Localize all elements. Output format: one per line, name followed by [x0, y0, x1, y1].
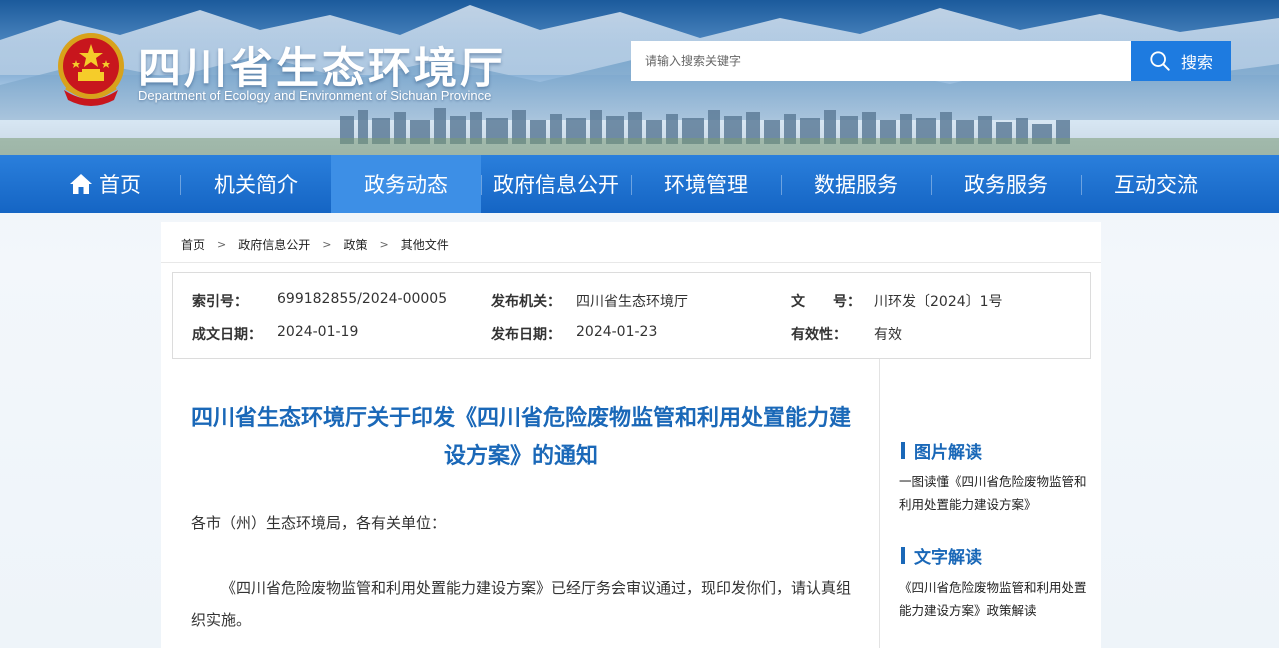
- heading-bar-icon: [901, 442, 905, 459]
- search-button-label: 搜索: [1180, 53, 1213, 72]
- index-number-label: 索引号：: [192, 294, 248, 310]
- picture-interpretation-heading: 图片解读: [901, 438, 982, 463]
- document-number-label: 文 号：: [791, 294, 861, 310]
- site-subtitle: Department of Ecology and Environment of…: [138, 88, 492, 103]
- document-number-value: 川环发〔2024〕1号: [874, 294, 1003, 310]
- issuer-label: 发布机关：: [491, 294, 561, 310]
- search-icon: [1150, 51, 1170, 71]
- sidebar-divider: [879, 359, 880, 648]
- created-date-value: 2024-01-19: [277, 324, 359, 340]
- validity-value: 有效: [874, 327, 902, 343]
- breadcrumb: 首页 > 政府信息公开 > 政策 > 其他文件: [181, 236, 449, 253]
- text-interpretation-heading: 文字解读: [901, 543, 982, 568]
- breadcrumb-separator-icon: >: [379, 238, 389, 251]
- nav-item-label: 首页: [99, 173, 141, 197]
- breadcrumb-home[interactable]: 首页: [181, 236, 205, 253]
- index-number-value: 699182855/2024-00005: [277, 291, 448, 307]
- breadcrumb-separator-icon: >: [217, 238, 227, 251]
- breadcrumb-separator-icon: >: [322, 238, 332, 251]
- article-salutation: 各市（州）生态环境局，各有关单位：: [191, 514, 447, 532]
- created-date-label: 成文日期：: [192, 327, 262, 343]
- nav-item-about[interactable]: 机关简介: [181, 155, 331, 213]
- published-date-value: 2024-01-23: [576, 324, 658, 340]
- breadcrumb-other-documents[interactable]: 其他文件: [401, 236, 449, 253]
- main-nav: 首页 机关简介 政务动态 政府信息公开 环境管理 数据服务 政务服务 互动交流: [0, 155, 1279, 213]
- search-button[interactable]: 搜索: [1131, 41, 1231, 81]
- picture-interpretation-link[interactable]: 一图读懂《四川省危险废物监管和利用处置能力建设方案》: [899, 470, 1089, 516]
- breadcrumb-info-disclosure[interactable]: 政府信息公开: [238, 236, 310, 253]
- nav-item-home[interactable]: 首页: [30, 155, 180, 213]
- national-emblem-icon: [58, 33, 124, 106]
- site-title: 四川省生态环境厅: [138, 44, 506, 94]
- nav-item-info-disclosure[interactable]: 政府信息公开: [481, 155, 631, 213]
- text-interpretation-heading-label: 文字解读: [914, 548, 982, 568]
- document-meta-table: 索引号： 699182855/2024-00005 发布机关： 四川省生态环境厅…: [172, 272, 1091, 359]
- article-paragraph: 《四川省危险废物监管和利用处置能力建设方案》已经厅务会审议通过，现印发你们，请认…: [191, 579, 852, 629]
- site-header: 四川省生态环境厅 Department of Ecology and Envir…: [0, 0, 1279, 155]
- home-icon: [70, 174, 92, 194]
- breadcrumb-policy[interactable]: 政策: [343, 236, 367, 253]
- article-title: 四川省生态环境厅关于印发《四川省危险废物监管和利用处置能力建设方案》的通知: [191, 406, 852, 469]
- nav-item-data-services[interactable]: 数据服务: [781, 155, 931, 213]
- breadcrumb-divider: [161, 262, 1101, 263]
- nav-item-government-services[interactable]: 政务服务: [931, 155, 1081, 213]
- issuer-value: 四川省生态环境厅: [576, 294, 688, 310]
- text-interpretation-link[interactable]: 《四川省危险废物监管和利用处置能力建设方案》政策解读: [899, 576, 1089, 622]
- nav-item-interaction[interactable]: 互动交流: [1081, 155, 1231, 213]
- picture-interpretation-heading-label: 图片解读: [914, 443, 982, 463]
- heading-bar-icon: [901, 547, 905, 564]
- published-date-label: 发布日期：: [491, 327, 561, 343]
- validity-label: 有效性：: [791, 327, 847, 343]
- search-input[interactable]: [631, 41, 1131, 81]
- nav-item-environment-management[interactable]: 环境管理: [631, 155, 781, 213]
- content-card: 首页 > 政府信息公开 > 政策 > 其他文件 索引号： 699182855/2…: [161, 222, 1101, 648]
- nav-item-news[interactable]: 政务动态: [331, 155, 481, 213]
